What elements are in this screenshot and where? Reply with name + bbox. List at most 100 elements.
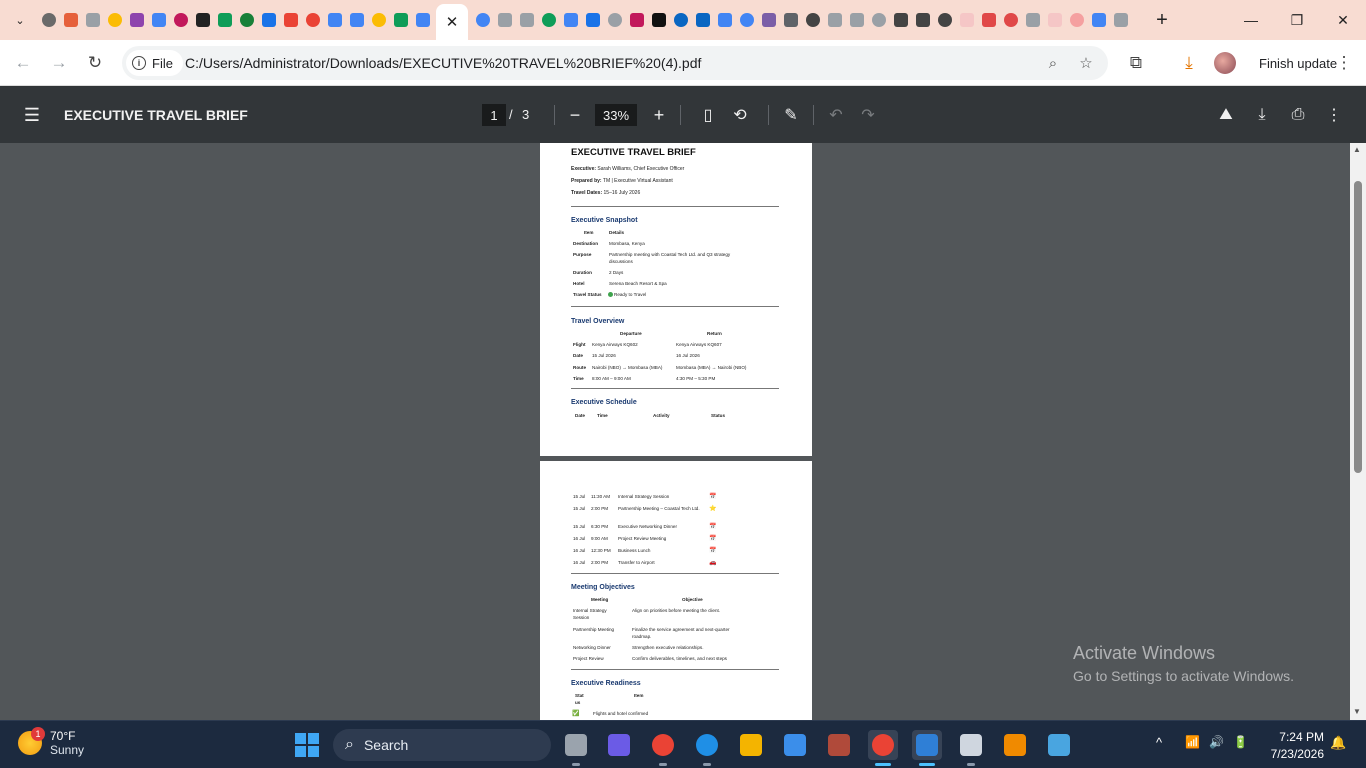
start-button[interactable] [295,733,319,757]
notification-bell-icon[interactable]: 🔔 [1330,735,1346,751]
volume-icon[interactable]: 🔊 [1209,735,1224,749]
tab-favicon[interactable] [846,10,868,30]
tab-favicon[interactable] [978,10,1000,30]
tab-favicon[interactable] [494,10,516,30]
tab-favicon[interactable] [104,10,126,30]
document-viewport[interactable]: EXECUTIVE TRAVEL BRIEF Executive: Sarah … [0,143,1350,720]
wifi-icon[interactable]: 📶 [1185,735,1200,749]
tab-favicon[interactable] [626,10,648,30]
tab-favicon[interactable] [516,10,538,30]
rotate-icon[interactable]: ⟲ [728,103,752,127]
reload-button[interactable]: ↻ [81,49,109,77]
url-text[interactable]: C:/Users/Administrator/Downloads/EXECUTI… [185,55,701,71]
bookmark-star-icon[interactable]: ☆ [1076,53,1096,73]
taskbar-app[interactable] [868,730,898,766]
tab-favicon[interactable] [648,10,670,30]
close-window-button[interactable]: ✕ [1320,0,1366,40]
tab-favicon[interactable] [346,10,368,30]
finish-update-button[interactable]: Finish update [1249,50,1347,76]
maximize-button[interactable]: ❐ [1274,0,1320,40]
zoom-icon[interactable]: ⌕ [1043,53,1063,73]
tab-favicon[interactable] [736,10,758,30]
scroll-up-icon[interactable]: ▲ [1353,145,1361,154]
zoom-input[interactable]: 33% [595,104,637,126]
tab-favicon[interactable] [890,10,912,30]
tab-favicon[interactable] [868,10,890,30]
taskbar-app[interactable] [912,730,942,766]
close-tab-icon[interactable]: ✕ [446,13,459,31]
battery-icon[interactable]: 🔋 [1233,735,1248,749]
scrollbar-thumb[interactable] [1354,181,1362,473]
tab-favicon[interactable] [192,10,214,30]
back-button[interactable]: ← [9,49,37,77]
tab-favicon[interactable] [214,10,236,30]
tab-favicon[interactable] [714,10,736,30]
download-icon[interactable]: ⤓ [1175,49,1203,77]
tab-favicon[interactable] [692,10,714,30]
undo-icon[interactable]: ↶ [824,103,848,127]
tab-favicon[interactable] [1000,10,1022,30]
tab-favicon[interactable] [824,10,846,30]
tab-favicon[interactable] [236,10,258,30]
more-options-icon[interactable]: ⋮ [1322,103,1346,127]
taskbar-search[interactable]: ⌕ Search [333,729,551,761]
tab-favicon[interactable] [280,10,302,30]
taskbar-app[interactable] [780,730,810,760]
tab-favicon[interactable] [258,10,280,30]
new-tab-button[interactable]: + [1150,8,1174,32]
tab-favicon[interactable] [538,10,560,30]
tab-favicon[interactable] [368,10,390,30]
tab-favicon[interactable] [1022,10,1044,30]
annotate-icon[interactable]: ✎ [779,103,803,127]
tab-favicon[interactable] [126,10,148,30]
tab-favicon[interactable] [60,10,82,30]
tab-favicon[interactable] [302,10,324,30]
menu-icon[interactable]: ☰ [20,103,44,127]
taskbar-app[interactable] [1044,730,1074,760]
tab-favicon[interactable] [956,10,978,30]
tab-favicon[interactable] [780,10,802,30]
minimize-button[interactable]: — [1228,0,1274,40]
weather-widget[interactable]: 1 70°F Sunny [18,727,84,757]
tab-favicon[interactable] [148,10,170,30]
taskbar-app[interactable] [648,730,678,766]
scroll-down-icon[interactable]: ▼ [1353,707,1361,716]
redo-icon[interactable]: ↷ [856,103,880,127]
taskbar-app[interactable] [692,730,722,766]
tab-favicon[interactable] [38,10,60,30]
forward-button[interactable]: → [45,49,73,77]
print-icon[interactable]: ⎙ [1286,103,1310,127]
active-tab[interactable]: ✕ [436,4,468,40]
tab-favicon[interactable] [324,10,346,30]
download-icon[interactable]: ⤓ [1250,103,1274,127]
tab-favicon[interactable] [412,10,434,30]
tab-favicon[interactable] [170,10,192,30]
zoom-out-button[interactable]: − [563,103,587,127]
extensions-icon[interactable]: ⧉ [1122,49,1150,77]
taskbar-app[interactable] [1000,730,1030,760]
site-info-chip[interactable]: i File [126,50,183,76]
tab-favicon[interactable] [1066,10,1088,30]
vertical-scrollbar[interactable]: ▲ ▼ [1350,143,1366,720]
tab-favicon[interactable] [934,10,956,30]
zoom-in-button[interactable]: + [647,103,671,127]
tab-favicon[interactable] [560,10,582,30]
tab-favicon[interactable] [912,10,934,30]
taskbar-app[interactable] [736,730,766,760]
tab-favicon[interactable] [1110,10,1132,30]
taskbar-app[interactable] [824,730,854,760]
tray-overflow-icon[interactable]: ^ [1156,735,1162,750]
tab-favicon[interactable] [1044,10,1066,30]
clock[interactable]: 7:24 PM 7/23/2026 [1262,729,1324,763]
tab-favicon[interactable] [670,10,692,30]
address-bar[interactable]: i File C:/Users/Administrator/Downloads/… [122,46,1108,80]
tab-favicon[interactable] [758,10,780,30]
tab-search-button[interactable]: ⌄ [8,8,32,32]
save-to-drive-icon[interactable]: ⛰ [1214,103,1238,127]
page-number-input[interactable]: 1 [482,104,506,126]
fit-page-icon[interactable]: ▯ [696,103,720,127]
tab-favicon[interactable] [390,10,412,30]
tab-favicon[interactable] [802,10,824,30]
browser-menu-icon[interactable]: ⋮ [1334,49,1354,77]
taskbar-app[interactable] [604,730,634,760]
